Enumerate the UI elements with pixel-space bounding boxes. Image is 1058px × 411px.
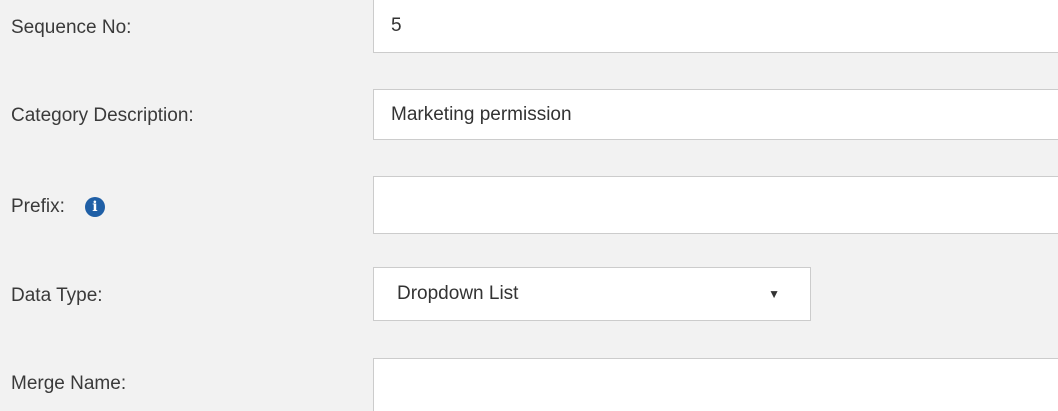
category-description-value: Marketing permission xyxy=(391,103,572,125)
category-description-input[interactable]: Marketing permission xyxy=(373,89,1058,140)
data-type-label-text: Data Type: xyxy=(11,285,103,306)
sequence-no-label-text: Sequence No: xyxy=(11,17,132,38)
sequence-no-input[interactable]: 5 xyxy=(373,0,1058,53)
data-type-label: Data Type: xyxy=(11,281,103,311)
prefix-label: Prefix: i xyxy=(11,192,105,222)
prefix-label-text: Prefix: xyxy=(11,196,65,217)
merge-name-label-text: Merge Name: xyxy=(11,373,127,394)
info-icon[interactable]: i xyxy=(84,197,105,217)
merge-name-input[interactable] xyxy=(373,358,1058,411)
category-form: Sequence No: 5 Category Description: Mar… xyxy=(0,0,1058,411)
sequence-no-value: 5 xyxy=(391,15,402,36)
data-type-selected-value: Dropdown List xyxy=(397,283,519,304)
category-description-label: Category Description: xyxy=(11,101,194,131)
sequence-no-label: Sequence No: xyxy=(11,13,131,43)
dropdown-arrow-icon: ▼ xyxy=(768,287,780,301)
category-description-label-text: Category Description: xyxy=(11,105,194,126)
data-type-select[interactable]: Dropdown List ▼ xyxy=(373,267,811,321)
prefix-input[interactable] xyxy=(373,176,1058,234)
merge-name-label: Merge Name: xyxy=(11,369,126,399)
